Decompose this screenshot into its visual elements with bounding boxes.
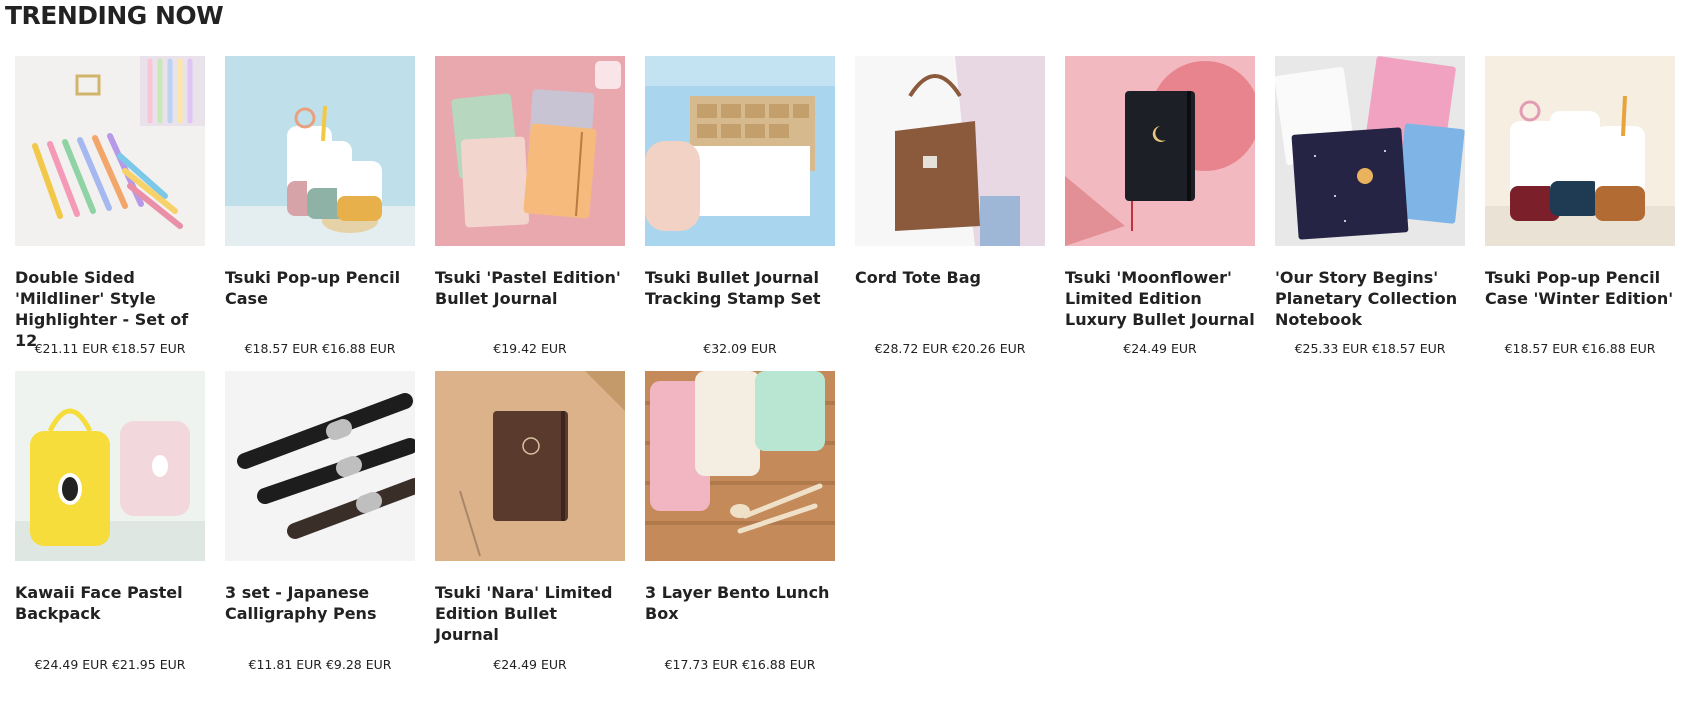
product-price: €24.49 EUR €21.95 EUR [34, 657, 186, 672]
product-title[interactable]: Tsuki Pop-up Pencil Case [225, 267, 415, 330]
product-title[interactable]: Tsuki 'Nara' Limited Edition Bullet Jour… [435, 582, 625, 644]
product-price: €18.57 EUR €16.88 EUR [1504, 341, 1656, 356]
section-title: TRENDING NOW [5, 1, 224, 30]
product-price: €25.33 EUR €18.57 EUR [1294, 341, 1446, 356]
product-card[interactable]: Tsuki 'Moonflower' Limited Edition Luxur… [1065, 56, 1255, 357]
product-card[interactable]: Tsuki 'Pastel Edition' Bullet Journal €1… [435, 56, 625, 357]
pastel-journals-image[interactable] [435, 56, 625, 246]
backpack-image[interactable] [15, 371, 205, 561]
product-price: €24.49 EUR [1123, 341, 1197, 356]
product-title[interactable]: Kawaii Face Pastel Backpack [15, 582, 205, 624]
product-card[interactable]: Tsuki Bullet Journal Tracking Stamp Set … [645, 56, 835, 357]
product-price: €19.42 EUR [493, 341, 567, 356]
nara-journal-image[interactable] [435, 371, 625, 561]
product-price: €17.73 EUR €16.88 EUR [664, 657, 816, 672]
product-title[interactable]: 'Our Story Begins' Planetary Collection … [1275, 267, 1465, 330]
product-price: €18.57 EUR €16.88 EUR [244, 341, 396, 356]
winter-pencil-case-image[interactable] [1485, 56, 1675, 246]
product-card[interactable]: Tsuki Pop-up Pencil Case €18.57 EUR €16.… [225, 56, 415, 357]
product-card[interactable]: Kawaii Face Pastel Backpack €24.49 EUR €… [15, 371, 205, 673]
product-card[interactable]: Tsuki 'Nara' Limited Edition Bullet Jour… [435, 371, 625, 673]
calligraphy-pens-image[interactable] [225, 371, 415, 561]
product-card[interactable]: Tsuki Pop-up Pencil Case 'Winter Edition… [1485, 56, 1675, 357]
bento-box-image[interactable] [645, 371, 835, 561]
product-price: €28.72 EUR €20.26 EUR [874, 341, 1026, 356]
product-title[interactable]: Tsuki Bullet Journal Tracking Stamp Set [645, 267, 835, 330]
tote-bag-image[interactable] [855, 56, 1045, 246]
planetary-notebook-image[interactable] [1275, 56, 1465, 246]
product-title[interactable]: Double Sided 'Mildliner' Style Highlight… [15, 267, 205, 350]
product-card[interactable]: Cord Tote Bag €28.72 EUR €20.26 EUR [855, 56, 1045, 357]
product-title[interactable]: Tsuki 'Pastel Edition' Bullet Journal [435, 267, 625, 330]
product-title[interactable]: 3 set - Japanese Calligraphy Pens [225, 582, 415, 624]
pencil-case-image[interactable] [225, 56, 415, 246]
product-title[interactable]: Cord Tote Bag [855, 267, 1045, 330]
product-title[interactable]: Tsuki Pop-up Pencil Case 'Winter Edition… [1485, 267, 1675, 330]
product-title[interactable]: Tsuki 'Moonflower' Limited Edition Luxur… [1065, 267, 1255, 330]
moonflower-journal-image[interactable] [1065, 56, 1255, 246]
product-title[interactable]: 3 Layer Bento Lunch Box [645, 582, 835, 624]
product-card[interactable]: 'Our Story Begins' Planetary Collection … [1275, 56, 1465, 357]
product-price: €24.49 EUR [493, 657, 567, 672]
product-grid: Double Sided 'Mildliner' Style Highlight… [15, 56, 1675, 673]
product-card[interactable]: Double Sided 'Mildliner' Style Highlight… [15, 56, 205, 357]
product-price: €11.81 EUR €9.28 EUR [248, 657, 392, 672]
product-card[interactable]: 3 set - Japanese Calligraphy Pens €11.81… [225, 371, 415, 673]
highlighter-pens-image[interactable] [15, 56, 205, 246]
product-price: €21.11 EUR €18.57 EUR [34, 341, 186, 356]
product-card[interactable]: 3 Layer Bento Lunch Box €17.73 EUR €16.8… [645, 371, 835, 673]
product-price: €32.09 EUR [703, 341, 777, 356]
stamp-set-image[interactable] [645, 56, 835, 246]
